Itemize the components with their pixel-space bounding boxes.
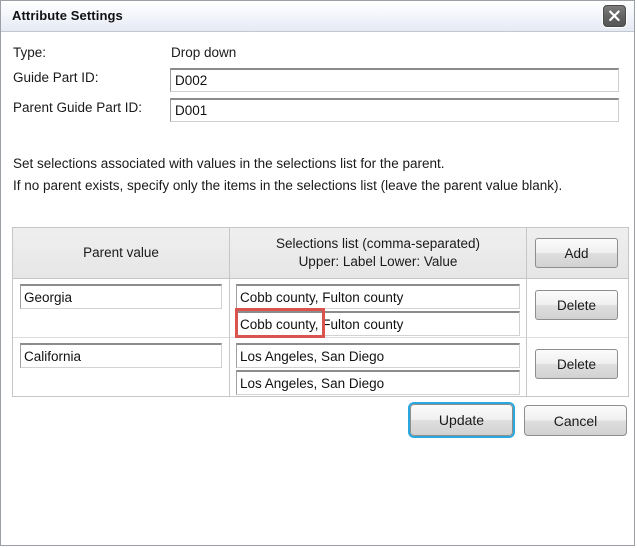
type-label: Type: <box>13 45 46 60</box>
cell-parent-value <box>13 279 229 337</box>
parent-guide-part-id-input[interactable] <box>170 98 619 122</box>
header-label-selections-sub: Upper: Label Lower: Value <box>230 253 526 271</box>
selection-label-input[interactable] <box>236 343 520 368</box>
header-cell-actions: Add <box>527 228 628 278</box>
selection-value-input[interactable] <box>236 370 520 395</box>
cell-selections <box>229 338 527 396</box>
guide-part-id-input[interactable] <box>170 68 619 92</box>
guide-part-id-label: Guide Part ID: <box>13 70 99 85</box>
header-cell-parent-value: Parent value <box>13 228 229 278</box>
cell-parent-value <box>13 338 229 396</box>
add-button[interactable]: Add <box>535 238 618 268</box>
delete-button[interactable]: Delete <box>535 349 618 379</box>
selections-table: Parent value Selections list (comma-sepa… <box>12 227 629 397</box>
close-x-glyph <box>607 9 622 23</box>
instructions-line-2: If no parent exists, specify only the it… <box>13 175 621 197</box>
cell-selections <box>229 279 527 337</box>
attribute-settings-dialog: Attribute Settings Type: Drop down Guide… <box>0 0 635 546</box>
selection-label-input[interactable] <box>236 284 520 309</box>
parent-value-input[interactable] <box>20 343 222 368</box>
table-row: Delete <box>13 338 628 396</box>
cell-actions: Delete <box>527 338 628 396</box>
parent-value-input[interactable] <box>20 284 222 309</box>
dialog-title: Attribute Settings <box>12 8 123 23</box>
cell-actions: Delete <box>527 279 628 337</box>
instructions-line-1: Set selections associated with values in… <box>13 153 621 175</box>
header-label-selections-list: Selections list (comma-separated) <box>230 235 526 253</box>
guide-part-id-row: Guide Part ID: <box>1 70 634 96</box>
cancel-button[interactable]: Cancel <box>524 405 627 436</box>
header-label-parent-value: Parent value <box>13 244 229 262</box>
update-button[interactable]: Update <box>410 404 513 436</box>
dialog-titlebar: Attribute Settings <box>1 1 634 32</box>
header-cell-selections-list: Selections list (comma-separated) Upper:… <box>229 228 527 278</box>
close-icon[interactable] <box>603 5 626 27</box>
selection-value-input[interactable] <box>236 311 520 336</box>
parent-guide-part-id-row: Parent Guide Part ID: <box>1 100 634 126</box>
dialog-footer: Update Cancel <box>1 404 637 438</box>
delete-button[interactable]: Delete <box>535 290 618 320</box>
table-row: Delete <box>13 279 628 338</box>
instructions-block: Set selections associated with values in… <box>13 153 621 197</box>
type-value: Drop down <box>171 45 236 60</box>
table-header-row: Parent value Selections list (comma-sepa… <box>13 228 628 279</box>
parent-guide-part-id-label: Parent Guide Part ID: <box>13 100 142 115</box>
type-row: Type: Drop down <box>1 45 634 67</box>
